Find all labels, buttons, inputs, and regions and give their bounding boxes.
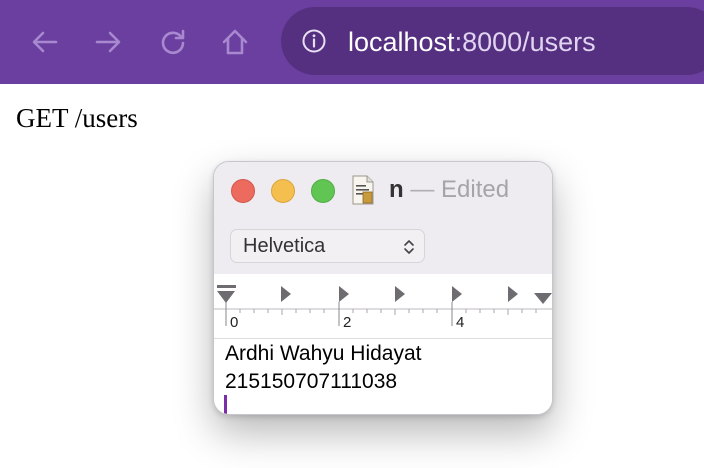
url-host: localhost xyxy=(348,27,455,57)
forward-button[interactable] xyxy=(88,22,128,62)
browser-toolbar: localhost:8000/users xyxy=(0,0,704,84)
url-text[interactable]: localhost:8000/users xyxy=(348,25,596,59)
font-family-select[interactable]: Helvetica xyxy=(230,229,425,263)
maximize-button[interactable] xyxy=(311,179,335,203)
chevron-up-down-icon xyxy=(404,240,414,254)
document-name: n xyxy=(389,176,404,203)
font-family-label: Helvetica xyxy=(243,235,326,257)
text-line-id: 215150707111038 xyxy=(225,370,398,393)
text-caret xyxy=(224,395,227,414)
ruler[interactable]: 0 2 4 xyxy=(214,274,552,339)
arrow-left-icon xyxy=(32,31,58,53)
back-button[interactable] xyxy=(25,22,65,62)
reload-icon xyxy=(161,29,185,55)
info-circle-icon[interactable] xyxy=(302,29,326,53)
home-button[interactable] xyxy=(215,22,255,62)
text-editor-area[interactable]: Ardhi Wahyu Hidayat 215150707111038 xyxy=(214,339,552,414)
title-separator: — xyxy=(410,176,435,203)
window-titlebar[interactable]: n — Edited Helvetica xyxy=(214,162,552,275)
ruler-label-0: 0 xyxy=(230,314,239,331)
home-icon xyxy=(222,29,248,55)
edited-status: Edited xyxy=(441,176,510,203)
page-body-text: GET /users xyxy=(16,103,138,133)
arrow-right-icon xyxy=(95,31,121,53)
ruler-marks xyxy=(214,285,552,326)
minimize-button[interactable] xyxy=(271,179,295,203)
url-path: :8000/users xyxy=(454,27,596,57)
text-line-name: Ardhi Wahyu Hidayat xyxy=(225,342,422,365)
ruler-label-2: 2 xyxy=(343,314,352,331)
close-button[interactable] xyxy=(231,179,255,203)
textedit-window[interactable]: n — Edited Helvetica 0 2 4 Ardhi Wahyu H… xyxy=(213,161,553,415)
document-icon[interactable] xyxy=(351,175,375,205)
ruler-label-4: 4 xyxy=(456,314,465,331)
reload-button[interactable] xyxy=(153,22,193,62)
window-title: n — Edited xyxy=(389,176,509,204)
